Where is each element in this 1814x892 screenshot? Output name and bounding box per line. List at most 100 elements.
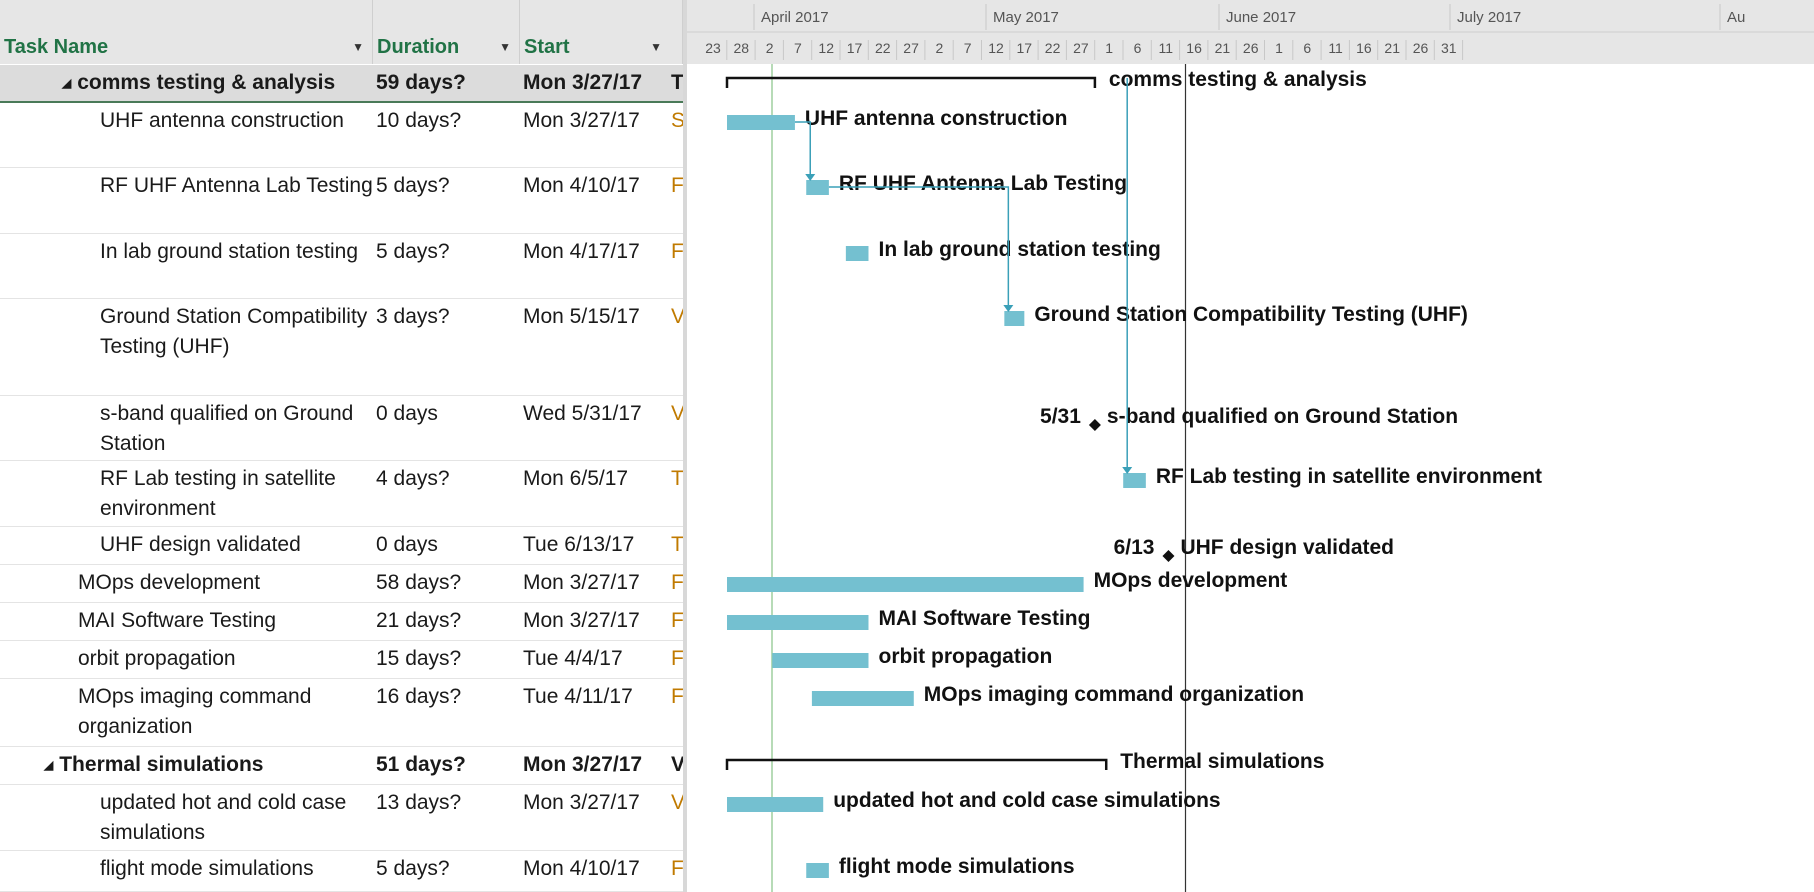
- task-row[interactable]: flight mode simulations 5 days? Mon 4/10/1…: [0, 851, 683, 892]
- task-name-cell[interactable]: MOps development: [0, 565, 373, 598]
- filter-dropdown-icon[interactable]: ▼: [650, 40, 662, 54]
- task-duration-cell[interactable]: 16 days?: [373, 679, 520, 712]
- task-start-cell[interactable]: Mon 4/17/17: [520, 234, 675, 267]
- column-header-duration[interactable]: Duration ▼: [373, 0, 520, 64]
- task-finish-cell-clipped[interactable]: T: [671, 527, 683, 560]
- filter-dropdown-icon[interactable]: ▼: [499, 40, 511, 54]
- task-start-cell[interactable]: Wed 5/31/17: [520, 396, 675, 429]
- task-duration-cell[interactable]: 5 days?: [373, 234, 520, 267]
- task-row[interactable]: UHF antenna construction 10 days? Mon 3/27…: [0, 103, 683, 168]
- column-header-start[interactable]: Start ▼: [520, 0, 683, 64]
- task-finish-cell-clipped[interactable]: F: [671, 168, 683, 201]
- task-finish-cell-clipped[interactable]: V: [671, 785, 683, 818]
- task-row[interactable]: RF Lab testing in satellite environment 4…: [0, 461, 683, 527]
- summary-bracket[interactable]: [725, 758, 1108, 770]
- task-row[interactable]: MAI Software Testing 21 days? Mon 3/27/17 F: [0, 603, 683, 641]
- milestone-diamond-icon[interactable]: [1088, 419, 1101, 431]
- task-finish-cell-clipped[interactable]: T: [671, 65, 683, 98]
- task-row[interactable]: UHF design validated 0 days Tue 6/13/17 T: [0, 527, 683, 565]
- task-duration-cell[interactable]: 21 days?: [373, 603, 520, 636]
- dependency-link[interactable]: [794, 121, 811, 178]
- task-name-cell[interactable]: s-band qualified on Ground Station: [0, 396, 373, 459]
- column-header-task-name[interactable]: Task Name ▼: [0, 0, 373, 64]
- task-duration-cell[interactable]: 0 days: [373, 396, 520, 429]
- gantt-task-bar[interactable]: [727, 797, 824, 812]
- task-finish-cell-clipped[interactable]: F: [671, 565, 683, 598]
- task-finish-cell-clipped[interactable]: V: [671, 299, 683, 332]
- task-duration-cell[interactable]: 58 days?: [373, 565, 520, 598]
- task-name-cell[interactable]: MAI Software Testing: [0, 603, 373, 636]
- task-start-cell[interactable]: Mon 5/15/17: [520, 299, 675, 332]
- task-name-cell[interactable]: ◢ Thermal simulations: [0, 747, 373, 782]
- task-name-cell[interactable]: MOps imaging command organization: [0, 679, 373, 742]
- collapse-triangle-icon[interactable]: ◢: [62, 76, 71, 90]
- task-name-cell[interactable]: RF Lab testing in satellite environment: [0, 461, 373, 524]
- task-start-cell[interactable]: Mon 3/27/17: [520, 747, 675, 780]
- task-finish-cell-clipped[interactable]: F: [671, 234, 683, 267]
- filter-dropdown-icon[interactable]: ▼: [352, 40, 364, 54]
- task-row[interactable]: ◢ Thermal simulations 51 days? Mon 3/27/17 V: [0, 747, 683, 785]
- task-name-cell[interactable]: orbit propagation: [0, 641, 373, 674]
- gantt-task-bar[interactable]: [1123, 473, 1146, 488]
- task-duration-cell[interactable]: 13 days?: [373, 785, 520, 818]
- task-duration-cell[interactable]: 15 days?: [373, 641, 520, 674]
- gantt-task-bar[interactable]: [806, 863, 829, 878]
- task-start-cell[interactable]: Mon 6/5/17: [520, 461, 675, 494]
- gantt-task-bar[interactable]: [727, 577, 1084, 592]
- task-start-cell[interactable]: Mon 3/27/17: [520, 785, 675, 818]
- task-name-cell[interactable]: flight mode simulations: [0, 851, 373, 884]
- task-name-cell[interactable]: RF UHF Antenna Lab Testing: [0, 168, 373, 201]
- gantt-task-bar[interactable]: [1004, 311, 1025, 326]
- task-finish-cell-clipped[interactable]: V: [671, 747, 683, 780]
- task-name-cell[interactable]: Ground Station Compatibility Testing (UH…: [0, 299, 373, 362]
- task-duration-cell[interactable]: 3 days?: [373, 299, 520, 332]
- task-row[interactable]: s-band qualified on Ground Station 0 days…: [0, 396, 683, 461]
- gantt-task-bar[interactable]: [727, 615, 869, 630]
- task-duration-cell[interactable]: 10 days?: [373, 103, 520, 136]
- task-start-cell[interactable]: Mon 4/10/17: [520, 851, 675, 884]
- task-name-cell[interactable]: UHF antenna construction: [0, 103, 373, 136]
- task-row[interactable]: In lab ground station testing 5 days? Mon …: [0, 234, 683, 299]
- task-name-cell[interactable]: In lab ground station testing: [0, 234, 373, 267]
- task-start-cell[interactable]: Tue 6/13/17: [520, 527, 675, 560]
- task-start-cell[interactable]: Mon 4/10/17: [520, 168, 675, 201]
- task-duration-cell[interactable]: 5 days?: [373, 851, 520, 884]
- task-row[interactable]: MOps imaging command organization 16 days…: [0, 679, 683, 747]
- task-row[interactable]: Ground Station Compatibility Testing (UH…: [0, 299, 683, 396]
- summary-bracket[interactable]: [725, 76, 1097, 88]
- task-finish-cell-clipped[interactable]: F: [671, 603, 683, 636]
- task-start-cell[interactable]: Mon 3/27/17: [520, 603, 675, 636]
- gantt-task-bar[interactable]: [806, 180, 829, 195]
- task-row[interactable]: RF UHF Antenna Lab Testing 5 days? Mon 4/1…: [0, 168, 683, 234]
- task-name-cell[interactable]: updated hot and cold case simulations: [0, 785, 373, 848]
- task-duration-cell[interactable]: 51 days?: [373, 747, 520, 780]
- gantt-task-bar[interactable]: [811, 691, 914, 706]
- task-row[interactable]: MOps development 58 days? Mon 3/27/17 F: [0, 565, 683, 603]
- task-row[interactable]: ◢ comms testing & analysis 59 days? Mon 3/2…: [0, 65, 683, 103]
- task-start-cell[interactable]: Mon 3/27/17: [520, 565, 675, 598]
- task-start-cell[interactable]: Mon 3/27/17: [520, 103, 675, 136]
- milestone-diamond-icon[interactable]: [1162, 550, 1175, 562]
- task-finish-cell-clipped[interactable]: F: [671, 641, 683, 674]
- task-finish-cell-clipped[interactable]: F: [671, 851, 683, 884]
- task-finish-cell-clipped[interactable]: S: [671, 103, 683, 136]
- gantt-task-bar[interactable]: [727, 115, 795, 130]
- task-name-cell[interactable]: UHF design validated: [0, 527, 373, 560]
- task-duration-cell[interactable]: 5 days?: [373, 168, 520, 201]
- task-finish-cell-clipped[interactable]: F: [671, 679, 683, 712]
- task-start-cell[interactable]: Tue 4/4/17: [520, 641, 675, 674]
- gantt-task-bar[interactable]: [845, 246, 869, 261]
- collapse-triangle-icon[interactable]: ◢: [44, 758, 53, 772]
- task-finish-cell-clipped[interactable]: V: [671, 396, 683, 429]
- task-row[interactable]: updated hot and cold case simulations 13 …: [0, 785, 683, 851]
- task-duration-cell[interactable]: 59 days?: [373, 65, 520, 98]
- task-name-cell[interactable]: ◢ comms testing & analysis: [0, 65, 373, 100]
- gantt-bar-label: updated hot and cold case simulations: [833, 789, 1220, 812]
- task-row[interactable]: orbit propagation 15 days? Tue 4/4/17 F: [0, 641, 683, 679]
- task-duration-cell[interactable]: 0 days: [373, 527, 520, 560]
- task-finish-cell-clipped[interactable]: T: [671, 461, 683, 494]
- task-start-cell[interactable]: Mon 3/27/17: [520, 65, 675, 98]
- task-start-cell[interactable]: Tue 4/11/17: [520, 679, 675, 712]
- task-duration-cell[interactable]: 4 days?: [373, 461, 520, 494]
- gantt-task-bar[interactable]: [772, 653, 869, 668]
